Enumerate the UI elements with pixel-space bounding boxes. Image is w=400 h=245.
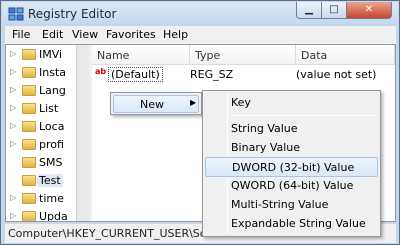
tree-item[interactable]: ▷ time (6, 190, 76, 208)
expand-arrow-icon[interactable]: ▷ (10, 211, 16, 220)
window-title: Registry Editor (28, 7, 117, 21)
submenu-item-dword-value[interactable]: DWORD (32-bit) Value (205, 157, 378, 177)
tree-item[interactable]: ▷ Loca (6, 118, 76, 136)
submenu-item-multi-string-value[interactable]: Multi-String Value (205, 195, 378, 215)
submenu-item-string-value[interactable]: String Value (205, 119, 378, 139)
folder-icon (22, 193, 36, 204)
submenu-item-qword-value[interactable]: QWORD (64-bit) Value (205, 176, 378, 196)
key-tree: ▷ IMVi ▷ Insta ▷ Lang ▷ List ▷ Loca ▷ profi SM… (6, 45, 76, 221)
column-header-data[interactable]: Data (296, 45, 395, 65)
tree-item[interactable]: ▷ Upda (6, 208, 76, 221)
submenu-item-expandable-string-value[interactable]: Expandable String Value (205, 214, 378, 234)
submenu-item-binary-value[interactable]: Binary Value (205, 138, 378, 158)
context-menu: New ▶ (110, 92, 202, 115)
tree-item[interactable]: ▷ IMVi (6, 46, 76, 64)
tree-item[interactable]: ▷ List (6, 100, 76, 118)
expand-arrow-icon[interactable]: ▷ (10, 193, 16, 202)
folder-open-icon (22, 175, 36, 186)
tree-vertical-scrollbar[interactable] (76, 45, 89, 221)
expand-arrow-icon[interactable]: ▷ (10, 67, 16, 76)
menu-view[interactable]: View (72, 28, 98, 41)
submenu-item-key[interactable]: Key (205, 93, 378, 113)
folder-icon (22, 139, 36, 150)
value-name: (Default) (108, 67, 163, 82)
menu-edit[interactable]: Edit (42, 28, 63, 41)
minimize-button[interactable]: ▁ (296, 2, 322, 19)
value-type: REG_SZ (190, 68, 234, 81)
expand-arrow-icon[interactable]: ▷ (10, 85, 16, 94)
tree-item[interactable]: ▷ profi (6, 136, 76, 154)
close-button[interactable]: ✕ (346, 2, 392, 19)
expand-arrow-icon[interactable]: ▷ (10, 49, 16, 58)
maximize-button[interactable]: □ (321, 2, 347, 19)
value-data: (value not set) (296, 68, 377, 81)
menu-favorites[interactable]: Favorites (106, 28, 156, 41)
registry-app-icon (8, 7, 24, 21)
submenu-arrow-icon: ▶ (190, 98, 197, 107)
menu-bar: File Edit View Favorites Help (5, 26, 396, 44)
expand-arrow-icon[interactable]: ▷ (10, 121, 16, 130)
folder-icon (22, 121, 36, 132)
expand-arrow-icon[interactable]: ▷ (10, 103, 16, 112)
minimize-icon: ▁ (305, 4, 313, 15)
folder-icon (22, 211, 36, 221)
folder-icon (22, 157, 36, 168)
tree-item[interactable]: ▷ Insta (6, 64, 76, 82)
tree-item[interactable]: ▷ Lang (6, 82, 76, 100)
folder-icon (22, 85, 36, 96)
submenu-separator (231, 115, 376, 116)
column-header-name[interactable]: Name (92, 45, 190, 65)
close-icon: ✕ (364, 4, 374, 15)
expand-arrow-icon[interactable]: ▷ (10, 139, 16, 148)
folder-icon (22, 49, 36, 60)
new-submenu: Key String Value Binary Value DWORD (32-… (202, 90, 381, 237)
tree-item-selected[interactable]: Test (6, 172, 76, 190)
string-value-icon: ab (95, 67, 107, 76)
folder-icon (22, 67, 36, 78)
column-header-type[interactable]: Type (190, 45, 296, 65)
folder-icon (22, 103, 36, 114)
tree-item[interactable]: SMS (6, 154, 76, 172)
menu-help[interactable]: Help (163, 28, 188, 41)
context-menu-new[interactable]: New ▶ (113, 95, 199, 113)
table-row[interactable]: ab (Default) REG_SZ (value not set) (92, 65, 395, 83)
maximize-icon: □ (329, 4, 339, 15)
menu-file[interactable]: File (12, 28, 30, 41)
